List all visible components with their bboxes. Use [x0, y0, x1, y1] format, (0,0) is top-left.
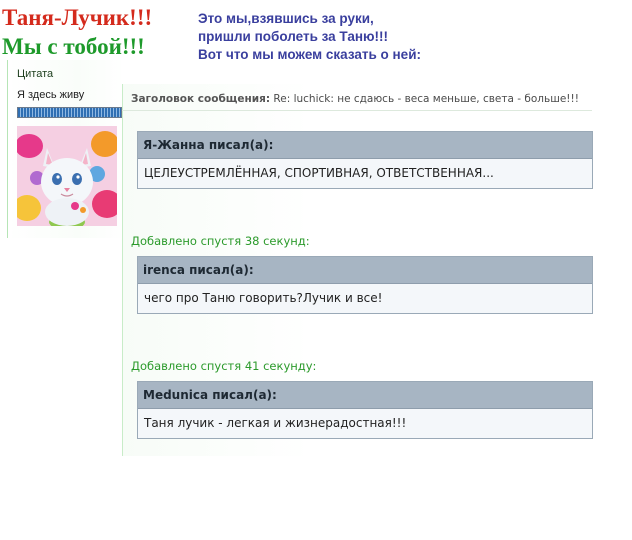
- quote-block: Medunica писал(а): Таня лучик - легкая и…: [137, 381, 593, 439]
- added-after-label: Добавлено спустя 38 секунд:: [131, 234, 310, 248]
- poster-rank: Цитата: [17, 68, 54, 80]
- quote-header: Я-Жанна писал(а):: [138, 132, 592, 159]
- quote-block: irenca писал(а): чего про Таню говорить?…: [137, 256, 593, 314]
- added-after-label: Добавлено спустя 41 секунду:: [131, 359, 317, 373]
- quote-text: ЦЕЛЕУСТРЕМЛЁННАЯ, СПОРТИВНАЯ, ОТВЕТСТВЕН…: [138, 159, 592, 188]
- quote-text: Таня лучик - легкая и жизнерадостная!!!: [138, 409, 592, 438]
- title-line-1: Таня-Лучик!!!: [2, 5, 153, 30]
- quote-header: irenca писал(а):: [138, 257, 592, 284]
- kitten-picture: [17, 126, 117, 226]
- quote-text: чего про Таню говорить?Лучик и все!: [138, 284, 592, 313]
- post-subject: Заголовок сообщения: Re: luchick: не сда…: [131, 93, 579, 105]
- post-subject-label: Заголовок сообщения:: [131, 93, 271, 105]
- rank-progress-bar: [17, 107, 122, 118]
- rank-progress-fill: [18, 108, 121, 117]
- poster-profile: Цитата Я здесь живу: [7, 60, 124, 238]
- tagline-line-3: Вот что мы можем сказать о ней:: [198, 47, 421, 62]
- quote-header: Medunica писал(а):: [138, 382, 592, 409]
- tagline-line-2: пришли поболеть за Таню!!!: [198, 29, 388, 44]
- title-line-2: Мы с тобой!!!: [2, 34, 145, 59]
- tagline-line-1: Это мы,взявшись за руки,: [198, 11, 374, 26]
- poster-status: Я здесь живу: [17, 89, 85, 101]
- quote-block: Я-Жанна писал(а): ЦЕЛЕУСТРЕМЛЁННАЯ, СПОР…: [137, 131, 593, 189]
- subject-divider: [122, 110, 592, 111]
- post-subject-text: Re: luchick: не сдаюсь - веса меньше, св…: [273, 93, 579, 105]
- kitten-avatar-icon[interactable]: [17, 126, 117, 226]
- tagline: Это мы,взявшись за руки, пришли поболеть…: [198, 10, 421, 64]
